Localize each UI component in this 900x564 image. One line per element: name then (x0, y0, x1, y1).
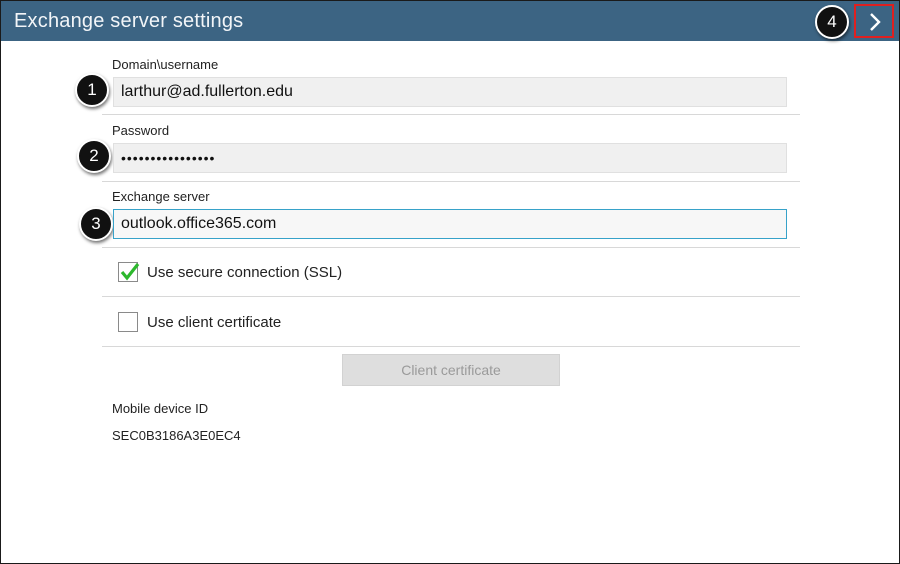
chevron-right-icon (870, 13, 881, 31)
divider (102, 181, 800, 182)
client-certificate-checkbox-label[interactable]: Use client certificate (147, 314, 281, 331)
domain-username-label: Domain\username (112, 57, 219, 72)
divider (102, 247, 800, 248)
mobile-device-id-label: Mobile device ID (112, 401, 209, 416)
callout-marker-4: 4 (815, 5, 849, 39)
mobile-device-id-value: SEC0B3186A3E0EC4 (112, 428, 241, 443)
page-title: Exchange server settings (14, 10, 244, 32)
exchange-server-label: Exchange server (112, 189, 210, 204)
checkmark-icon (120, 263, 140, 281)
domain-username-input[interactable]: larthur@ad.fullerton.edu (113, 77, 787, 107)
ssl-checkbox-label[interactable]: Use secure connection (SSL) (147, 264, 342, 281)
app-header: Exchange server settings (1, 1, 899, 41)
exchange-server-input[interactable]: outlook.office365.com (113, 209, 787, 239)
password-input[interactable]: •••••••••••••••• (113, 143, 787, 173)
client-certificate-button[interactable]: Client certificate (342, 354, 560, 386)
divider (102, 114, 800, 115)
client-certificate-checkbox[interactable] (118, 312, 138, 332)
exchange-settings-screen: Exchange server settings 1 2 3 4 Domain\… (0, 0, 900, 564)
divider (102, 346, 800, 347)
ssl-checkbox[interactable] (118, 262, 140, 282)
callout-marker-2: 2 (77, 139, 111, 173)
password-label: Password (112, 123, 170, 138)
callout-marker-3: 3 (79, 207, 113, 241)
divider (102, 296, 800, 297)
callout-marker-1: 1 (75, 73, 109, 107)
next-button[interactable] (854, 4, 894, 38)
